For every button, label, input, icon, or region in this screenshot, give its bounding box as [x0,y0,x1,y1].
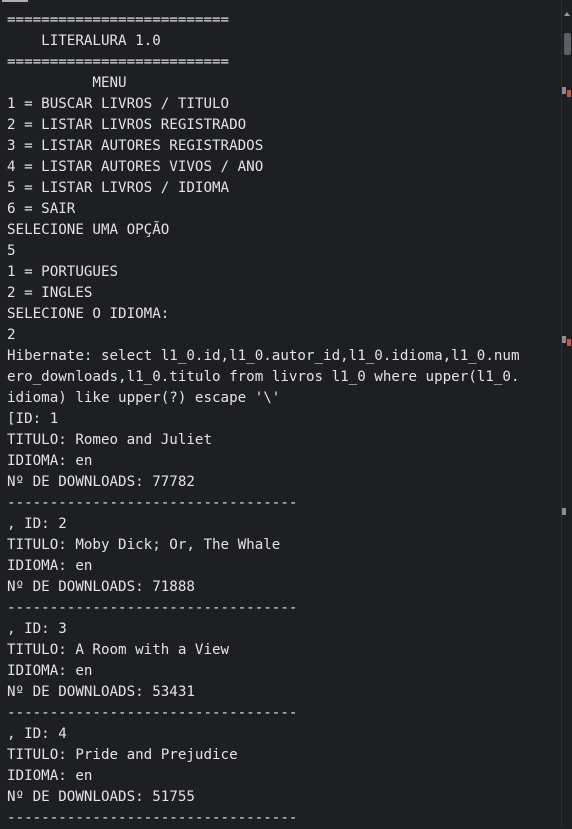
scroll-thumb[interactable] [564,33,571,55]
console-line: Hibernate: select l1_0.id,l1_0.autor_id,… [7,348,520,364]
console-line: [ID: 1 [7,411,59,427]
console-line: 1 = BUSCAR LIVROS / TITULO [7,96,230,112]
console-line: IDIOMA: en [7,558,93,574]
console-line: Nº DE DOWNLOADS: 51755 [7,789,195,805]
console-line: ero_downloads,l1_0.titulo from livros l1… [7,369,520,385]
console-line: ---------------------------------- [7,600,298,616]
console-line: 3 = LISTAR AUTORES REGISTRADOS [7,138,264,154]
console-line: 5 = LISTAR LIVROS / IDIOMA [7,180,230,196]
console-line: TITULO: Moby Dick; Or, The Whale [7,537,281,553]
console-line: ---------------------------------- [7,495,298,511]
console-output-panel[interactable]: ========================== LITERALURA 1.… [0,0,562,828]
scroll-marker-error [567,339,571,346]
console-text[interactable]: ========================== LITERALURA 1.… [7,10,552,829]
console-line: LITERALURA 1.0 [7,33,161,49]
console-line: ---------------------------------- [7,810,298,826]
console-line: IDIOMA: en [7,768,93,784]
active-tab-indicator [2,0,28,2]
console-line: 1 = PORTUGUES [7,264,119,280]
console-line: 2 = INGLES [7,285,93,301]
chevron-up-icon[interactable] [564,12,570,16]
console-line: 2 = LISTAR LIVROS REGISTRADO [7,117,247,133]
console-line: IDIOMA: en [7,453,93,469]
console-line: MENU [7,75,127,91]
console-line: ========================== [7,54,230,70]
console-line: ========================== [7,12,230,28]
scroll-marker-gray [562,508,566,515]
console-line: 4 = LISTAR AUTORES VIVOS / ANO [7,159,264,175]
console-line: SELECIONE O IDIOMA: [7,306,170,322]
console-line: SELECIONE UMA OPÇÃO [7,222,170,238]
console-line: IDIOMA: en [7,663,93,679]
scroll-marker-gray [562,336,566,343]
console-line: TITULO: Romeo and Juliet [7,432,212,448]
console-line: idioma) like upper(?) escape '\' [7,390,281,406]
console-line: , ID: 3 [7,621,67,637]
console-line: ---------------------------------- [7,705,298,721]
console-line: 6 = SAIR [7,201,76,217]
console-line: TITULO: Pride and Prejudice [7,747,238,763]
console-line: , ID: 2 [7,516,67,532]
console-line: Nº DE DOWNLOADS: 53431 [7,684,195,700]
vertical-scrollbar[interactable] [561,0,572,828]
console-line: Nº DE DOWNLOADS: 71888 [7,579,195,595]
console-line: 2 [7,327,16,343]
console-line: TITULO: A Room with a View [7,642,230,658]
console-line: 5 [7,243,16,259]
scroll-marker-gray [562,87,566,94]
console-line: , ID: 4 [7,726,67,742]
console-line: Nº DE DOWNLOADS: 77782 [7,474,195,490]
scroll-marker-error [567,90,571,97]
